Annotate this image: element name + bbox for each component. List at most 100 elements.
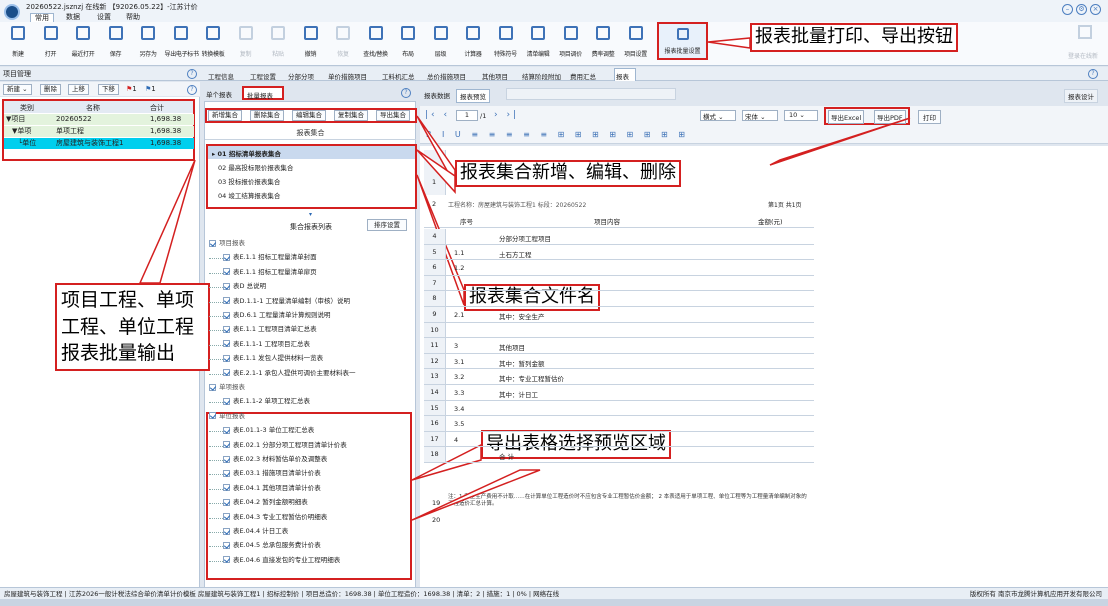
- tab-item[interactable]: 工料机汇总: [382, 71, 415, 81]
- checkbox-icon[interactable]: [223, 541, 230, 549]
- tree-row[interactable]: ▼项目 20260522 1,698.38: [4, 114, 194, 125]
- report-list-item[interactable]: 单位报表: [209, 409, 245, 423]
- new-dropdown-button[interactable]: 新建 ⌄: [3, 84, 32, 95]
- tab-item[interactable]: 报表: [616, 71, 629, 81]
- tab-item[interactable]: 费用汇总: [570, 71, 596, 81]
- toolbar-button-7[interactable]: 复制: [230, 24, 262, 64]
- report-list-item[interactable]: 单项报表: [209, 380, 245, 394]
- format-select[interactable]: 横式 ⌄: [700, 110, 736, 121]
- tab-item[interactable]: 结算阶段附加: [522, 71, 561, 81]
- set-tool-button[interactable]: 复制集合: [334, 110, 368, 121]
- font-size-select[interactable]: 10 ⌄: [784, 110, 818, 121]
- report-list-item[interactable]: 表E.04.4 计日工表: [209, 524, 288, 538]
- toolbar-button-10[interactable]: 恢复: [327, 24, 359, 64]
- report-list-item[interactable]: 表E.04.6 直接发包的专业工程明细表: [209, 553, 340, 567]
- set-tool-button[interactable]: 新增集合: [208, 110, 242, 121]
- report-list-item[interactable]: 表E.02.1 分部分项工程项目清单计价表: [209, 438, 347, 452]
- toolbar-button-12[interactable]: 布局: [392, 24, 424, 64]
- blue-flag-icon[interactable]: ⚑1: [145, 85, 156, 93]
- checkbox-icon[interactable]: [209, 239, 216, 247]
- toolbar-button-18[interactable]: 费率调整: [587, 24, 619, 64]
- splitter-handle-icon[interactable]: ▾: [309, 211, 312, 218]
- help-icon[interactable]: ?: [401, 88, 411, 98]
- checkbox-icon[interactable]: [223, 253, 230, 261]
- app-logo-icon[interactable]: [4, 4, 20, 20]
- checkbox-icon[interactable]: [223, 469, 230, 477]
- menu-common[interactable]: 常用: [30, 13, 54, 22]
- toolbar-button-11[interactable]: 查找/替换: [360, 24, 392, 64]
- login-icon[interactable]: [1078, 25, 1092, 39]
- toolbar-button-16[interactable]: 清单编辑: [522, 24, 554, 64]
- menu-settings[interactable]: 设置: [93, 13, 115, 22]
- toolbar-button-14[interactable]: 计算器: [457, 24, 489, 64]
- tree-row[interactable]: └单位 房屋建筑与装饰工程1 1,698.38: [4, 138, 194, 149]
- report-list-item[interactable]: 表E.03.1 措施项目清单计价表: [209, 466, 321, 480]
- checkbox-icon[interactable]: [223, 455, 230, 463]
- report-list-item[interactable]: 表E.04.1 其他项目清单计价表: [209, 481, 321, 495]
- toolbar-button-4[interactable]: 另存为: [132, 24, 164, 64]
- tab-item[interactable]: 总价措施项目: [427, 71, 466, 81]
- report-list-item[interactable]: 表E.02.3 材料暂估单价及调整表: [209, 452, 327, 466]
- toolbar-button-1[interactable]: 打开: [35, 24, 67, 64]
- minimize-icon[interactable]: –: [1062, 4, 1073, 15]
- checkbox-icon[interactable]: [223, 340, 230, 348]
- report-list-item[interactable]: 表E.01.1-3 单位工程汇总表: [209, 423, 314, 437]
- report-list-item[interactable]: 表D 总说明: [209, 279, 266, 293]
- report-list-item[interactable]: 表E.04.2 暂列金额明细表: [209, 495, 308, 509]
- checkbox-icon[interactable]: [223, 441, 230, 449]
- report-list-item[interactable]: 表E.1.1 招标工程量清单扉页: [209, 265, 317, 279]
- toolbar-button-2[interactable]: 最近打开: [67, 24, 99, 64]
- report-set-item[interactable]: ▸ 01 招标清单报表集合: [212, 148, 281, 158]
- checkbox-icon[interactable]: [223, 556, 230, 564]
- report-list-item[interactable]: 表E.1.1-2 单项工程汇总表: [209, 394, 310, 408]
- set-tool-button[interactable]: 删除集合: [250, 110, 284, 121]
- page-input[interactable]: 1: [456, 110, 478, 121]
- checkbox-icon[interactable]: [223, 282, 230, 290]
- font-select[interactable]: 宋体 ⌄: [742, 110, 778, 121]
- toolbar-button-9[interactable]: 撤销: [295, 24, 327, 64]
- toolbar-button-3[interactable]: 保存: [100, 24, 132, 64]
- delete-button[interactable]: 删除: [40, 84, 61, 95]
- toolbar-button-17[interactable]: 项目调价: [555, 24, 587, 64]
- report-list-item[interactable]: 表E.04.3 专业工程暂估价明细表: [209, 510, 327, 524]
- close-icon[interactable]: ×: [1090, 4, 1101, 15]
- report-list-item[interactable]: 表E.1.1 发包人提供材料一览表: [209, 351, 323, 365]
- format-toolbar-icons[interactable]: B I U ≡ ≡ ≡ ≡ ≡ ⊞ ⊞ ⊞ ⊞ ⊞ ⊞ ⊞ ⊞: [426, 130, 689, 139]
- tab-report-data[interactable]: 报表数据: [424, 90, 450, 100]
- report-list-item[interactable]: 表D.6.1 工程量清单计算规则说明: [209, 308, 330, 322]
- toolbar-button-13[interactable]: 层级: [425, 24, 457, 64]
- toolbar-button-5[interactable]: 导出电子标书: [165, 24, 199, 64]
- next-last-icon[interactable]: › ›|: [494, 110, 519, 120]
- red-flag-icon[interactable]: ⚑1: [126, 85, 137, 93]
- first-prev-icon[interactable]: |‹ ‹: [425, 110, 450, 120]
- tab-item[interactable]: 单价措施项目: [328, 71, 367, 81]
- report-list-item[interactable]: 表E.2.1-1 承包人提供可调价主要材料表一: [209, 366, 356, 380]
- toolbar-button-8[interactable]: 粘贴: [262, 24, 294, 64]
- report-set-item[interactable]: 03 投标报价报表集合: [218, 176, 280, 186]
- move-down-button[interactable]: 下移: [98, 84, 119, 95]
- checkbox-icon[interactable]: [223, 354, 230, 362]
- checkbox-icon[interactable]: [223, 527, 230, 535]
- checkbox-icon[interactable]: [209, 383, 216, 391]
- menu-data[interactable]: 数据: [62, 13, 84, 22]
- report-design-button[interactable]: 报表设计: [1064, 89, 1098, 103]
- export-pdf-button[interactable]: 导出PDF: [874, 110, 906, 124]
- tree-row[interactable]: ▼单项 单项工程 1,698.38: [4, 126, 194, 137]
- checkbox-icon[interactable]: [223, 297, 230, 305]
- toolbar-button-15[interactable]: 特殊符号: [490, 24, 522, 64]
- help-icon[interactable]: ?: [1088, 69, 1098, 79]
- report-list-item[interactable]: 表E.1.1 工程项目清单汇总表: [209, 322, 317, 336]
- tab-item[interactable]: 工程信息: [208, 71, 234, 81]
- report-set-item[interactable]: 02 最高投标限价报表集合: [218, 162, 293, 172]
- tab-report-preview[interactable]: 报表预览: [456, 89, 490, 103]
- checkbox-icon[interactable]: [223, 513, 230, 521]
- checkbox-icon[interactable]: [223, 484, 230, 492]
- tab-item[interactable]: 其他项目: [482, 71, 508, 81]
- checkbox-icon[interactable]: [223, 325, 230, 333]
- menu-help[interactable]: 帮助: [122, 13, 144, 22]
- toolbar-button-0[interactable]: 新建: [2, 24, 34, 64]
- report-list-item[interactable]: 表E.04.5 总承包服务费计价表: [209, 538, 321, 552]
- report-list-item[interactable]: 表D.1.1-1 工程量清单编制（审核）说明: [209, 294, 350, 308]
- set-tool-button[interactable]: 导出集合: [376, 110, 410, 121]
- tab-single-report[interactable]: 单个报表: [206, 89, 232, 99]
